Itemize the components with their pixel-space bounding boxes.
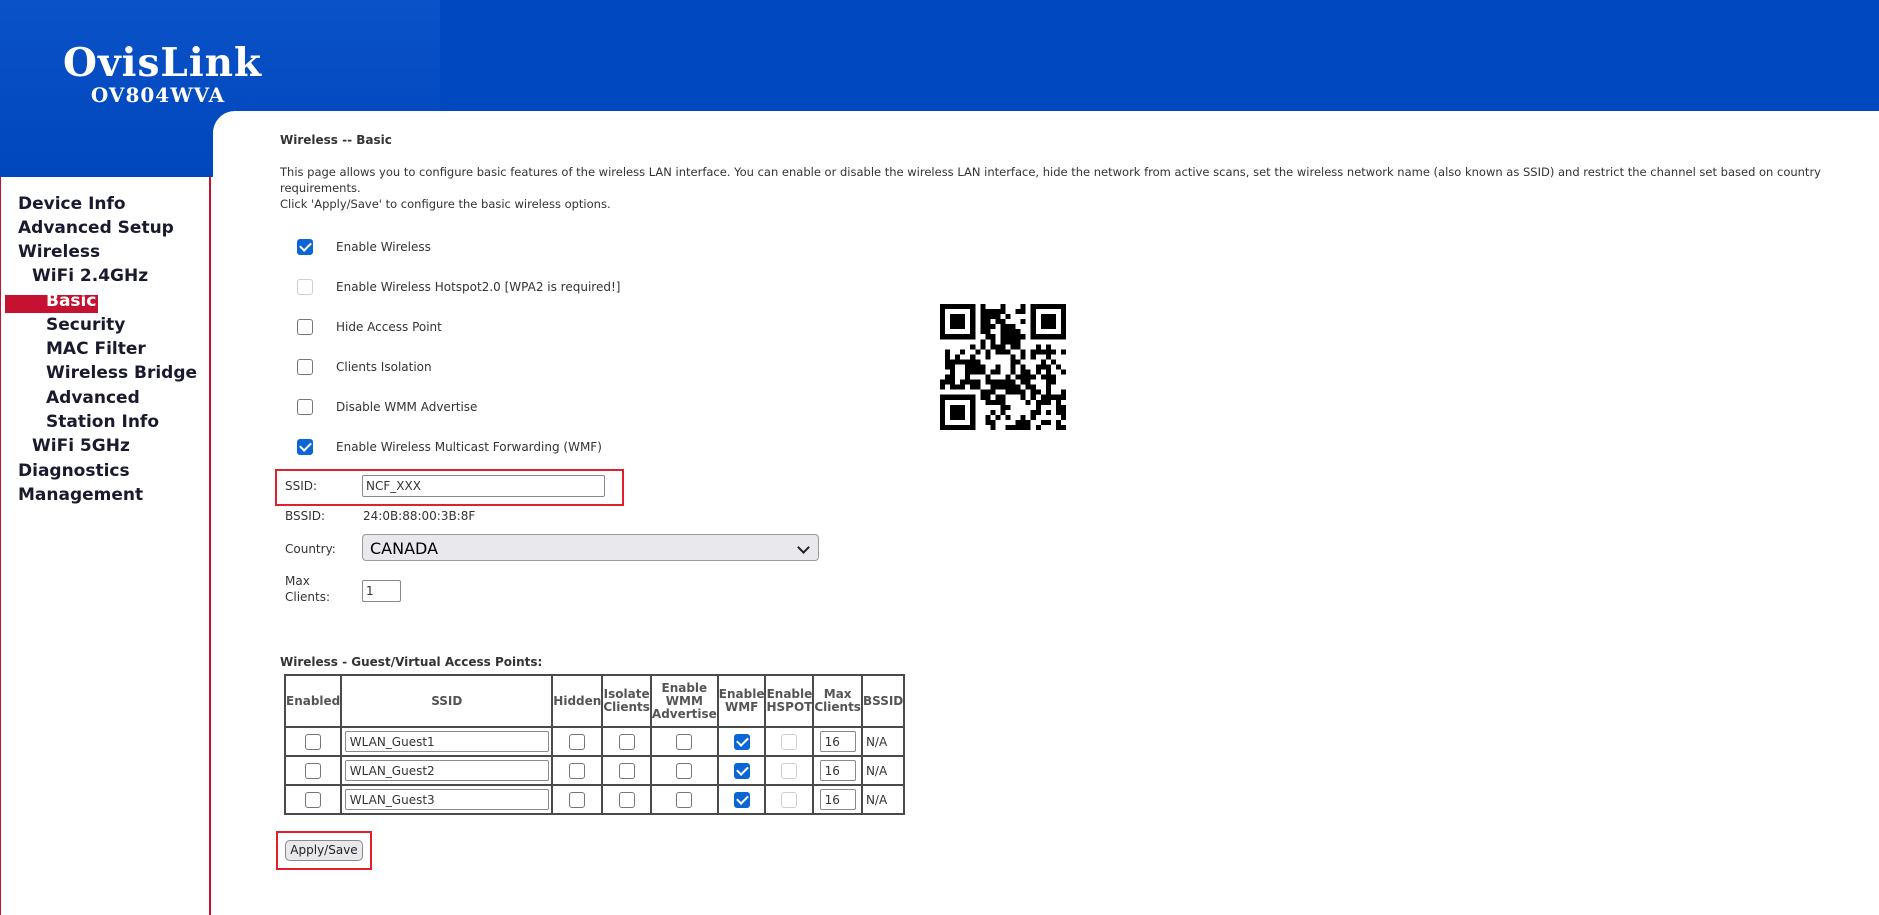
brand-logo-model: OV804WVA: [90, 83, 226, 107]
chevron-down-icon: [797, 541, 810, 554]
hide-access-point-label: Hide Access Point: [336, 320, 442, 334]
guest3-max-clients-input[interactable]: [819, 789, 856, 810]
col-ssid: SSID: [340, 674, 554, 728]
sidebar-nav: Device Info Advanced Setup Wireless WiFi…: [0, 177, 211, 915]
clients-isolation-checkbox[interactable]: [297, 359, 313, 375]
nav-management[interactable]: Management: [18, 485, 143, 505]
hotspot-checkbox[interactable]: [297, 279, 313, 295]
guest2-bssid: N/A: [860, 755, 906, 786]
guest2-hspot-checkbox[interactable]: [781, 762, 798, 779]
guest3-isolate-checkbox[interactable]: [618, 791, 635, 808]
guest1-hidden-checkbox[interactable]: [569, 733, 586, 750]
hide-access-point-checkbox[interactable]: [297, 319, 313, 335]
col-isolate-clients: Isolate Clients: [601, 674, 652, 728]
enable-wireless-label: Enable Wireless: [336, 240, 431, 254]
col-enabled: Enabled: [283, 674, 343, 728]
guest3-hspot-checkbox[interactable]: [781, 791, 798, 808]
hotspot-label: Enable Wireless Hotspot2.0 [WPA2 is requ…: [336, 280, 621, 294]
guest2-enabled-checkbox[interactable]: [305, 762, 322, 779]
guest3-ssid-input[interactable]: [344, 789, 549, 810]
enable-wmf-checkbox[interactable]: [297, 439, 313, 455]
nav-wireless-bridge[interactable]: Wireless Bridge: [46, 363, 197, 383]
guest3-enabled-checkbox[interactable]: [305, 791, 322, 808]
ssid-input[interactable]: [362, 475, 605, 497]
guest2-wmf-checkbox[interactable]: [733, 762, 750, 779]
guest1-max-clients-input[interactable]: [819, 731, 856, 752]
guest2-wmm-checkbox[interactable]: [676, 762, 693, 779]
vap-section-title: Wireless - Guest/Virtual Access Points:: [280, 655, 543, 669]
nav-station-info[interactable]: Station Info: [46, 412, 159, 432]
page-description-line3: Click 'Apply/Save' to configure the basi…: [280, 197, 611, 211]
nav-device-info[interactable]: Device Info: [18, 194, 126, 214]
nav-mac-filter[interactable]: MAC Filter: [46, 339, 146, 359]
qr-code-image: [940, 304, 1066, 430]
nav-wifi-24ghz[interactable]: WiFi 2.4GHz: [32, 266, 148, 286]
guest2-hidden-checkbox[interactable]: [569, 762, 586, 779]
table-row: N/A: [283, 726, 906, 757]
col-enable-hspot: Enable HSPOT: [764, 674, 815, 728]
page-description-line1: This page allows you to configure basic …: [280, 165, 1821, 179]
bssid-label: BSSID:: [285, 509, 326, 523]
guest1-wmf-checkbox[interactable]: [733, 733, 750, 750]
guest3-wmf-checkbox[interactable]: [733, 791, 750, 808]
guest1-wmm-checkbox[interactable]: [676, 733, 693, 750]
bssid-value: 24:0B:88:00:3B:8F: [363, 509, 476, 523]
guest3-bssid: N/A: [860, 784, 906, 815]
country-value: CANADA: [370, 539, 439, 558]
nav-wifi-5ghz[interactable]: WiFi 5GHz: [32, 436, 130, 456]
max-clients-label-line1: Max: [285, 574, 310, 588]
guest1-hspot-checkbox[interactable]: [781, 733, 798, 750]
guest1-bssid: N/A: [860, 726, 906, 757]
vap-table: Enabled SSID Hidden Isolate Clients Enabl…: [283, 674, 906, 815]
max-clients-label-line2: Clients:: [285, 590, 331, 604]
guest2-ssid-input[interactable]: [344, 760, 549, 781]
table-row: N/A: [283, 755, 906, 786]
table-row: N/A: [283, 784, 906, 815]
brand-logo-name: OvisLink: [63, 40, 263, 86]
content-panel: Wireless -- Basic This page allows you t…: [213, 111, 1879, 915]
max-clients-input[interactable]: [362, 580, 401, 602]
guest3-wmm-checkbox[interactable]: [676, 791, 693, 808]
enable-wireless-checkbox[interactable]: [297, 239, 313, 255]
nav-wireless[interactable]: Wireless: [18, 242, 100, 262]
col-hidden: Hidden: [551, 674, 604, 728]
ssid-label: SSID:: [285, 479, 318, 493]
apply-save-button[interactable]: Apply/Save: [285, 840, 363, 861]
vap-table-header-row: Enabled SSID Hidden Isolate Clients Enabl…: [283, 674, 906, 728]
guest1-isolate-checkbox[interactable]: [618, 733, 635, 750]
enable-wmf-label: Enable Wireless Multicast Forwarding (WM…: [336, 440, 602, 454]
guest2-isolate-checkbox[interactable]: [618, 762, 635, 779]
col-enable-wmm-advertise: Enable WMM Advertise: [649, 674, 719, 728]
guest2-max-clients-input[interactable]: [819, 760, 856, 781]
page-title: Wireless -- Basic: [280, 133, 392, 147]
nav-security[interactable]: Security: [46, 315, 125, 335]
disable-wmm-label: Disable WMM Advertise: [336, 400, 478, 414]
col-enable-wmf: Enable WMF: [716, 674, 767, 728]
nav-advanced-setup[interactable]: Advanced Setup: [18, 218, 174, 238]
country-select[interactable]: CANADA: [362, 534, 819, 561]
page-description-line2: requirements.: [280, 181, 361, 195]
country-label: Country:: [285, 542, 336, 556]
nav-advanced[interactable]: Advanced: [46, 388, 140, 408]
disable-wmm-checkbox[interactable]: [297, 399, 313, 415]
clients-isolation-label: Clients Isolation: [336, 360, 432, 374]
guest1-ssid-input[interactable]: [344, 731, 549, 752]
nav-diagnostics[interactable]: Diagnostics: [18, 461, 130, 481]
col-max-clients: Max Clients: [812, 674, 863, 728]
col-bssid: BSSID: [860, 674, 906, 728]
guest1-enabled-checkbox[interactable]: [305, 733, 322, 750]
guest3-hidden-checkbox[interactable]: [569, 791, 586, 808]
nav-basic[interactable]: Basic: [46, 291, 96, 311]
